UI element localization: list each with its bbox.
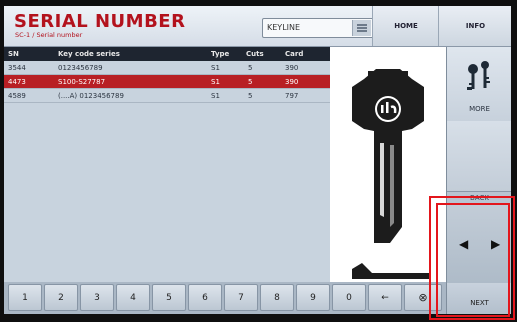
more-label: MORE (469, 105, 490, 113)
col-cuts: Cuts (246, 50, 264, 58)
serial-table: SN Key code series Type Cuts Card 3544 0… (4, 47, 330, 282)
home-label: HOME (394, 22, 418, 30)
more-button[interactable]: MORE (447, 47, 511, 122)
cell-series: (....A) 0123456789 (58, 92, 124, 100)
table-row[interactable]: 4589 (....A) 0123456789 S1 5 797 (4, 89, 330, 103)
col-series: Key code series (58, 50, 120, 58)
cell-card: 797 (285, 92, 299, 100)
key-0[interactable]: 0 (332, 284, 366, 311)
key-5[interactable]: 5 (152, 284, 186, 311)
info-label: INFO (465, 22, 486, 30)
key-blanks-icon (467, 61, 490, 90)
blank-side-button[interactable] (447, 121, 511, 192)
col-type: Type (211, 50, 230, 58)
cell-cuts: 5 (248, 78, 253, 86)
highlight-box-inner (436, 203, 510, 317)
cell-card: 390 (285, 64, 299, 72)
cell-sn: 4473 (8, 78, 26, 86)
key-7[interactable]: 7 (224, 284, 258, 311)
header: SERIAL NUMBER SC-1 / Serial number KEYLI… (4, 6, 511, 47)
table-header: SN Key code series Type Cuts Card (4, 47, 330, 61)
cell-series: S100-S27787 (58, 78, 106, 86)
table-row-selected[interactable]: 4473 S100-S27787 S1 5 390 (4, 75, 330, 89)
backspace-icon[interactable]: ← (368, 284, 402, 311)
cell-type: S1 (211, 64, 220, 72)
cell-type: S1 (211, 78, 220, 86)
home-button[interactable]: HOME (372, 6, 439, 46)
cell-cuts: 5 (248, 92, 253, 100)
cell-sn: 4589 (8, 92, 26, 100)
col-card: Card (285, 50, 304, 58)
col-sn: SN (8, 50, 19, 58)
numeric-keypad: 1 2 3 4 5 6 7 8 9 0 ← ⊗ (4, 282, 446, 314)
key-3[interactable]: 3 (80, 284, 114, 311)
info-button[interactable]: INFO (438, 6, 511, 46)
keyline-value: KEYLINE (267, 23, 301, 32)
cell-type: S1 (211, 92, 220, 100)
cell-cuts: 5 (248, 64, 253, 72)
page-title: SERIAL NUMBER (14, 11, 186, 32)
key-2[interactable]: 2 (44, 284, 78, 311)
keyline-field[interactable]: KEYLINE (262, 18, 374, 38)
key-9[interactable]: 9 (296, 284, 330, 311)
breadcrumb: SC-1 / Serial number (15, 31, 83, 39)
key-6[interactable]: 6 (188, 284, 222, 311)
key-8[interactable]: 8 (260, 284, 294, 311)
table-row[interactable]: 3544 0123456789 S1 5 390 (4, 61, 330, 75)
screen: SERIAL NUMBER SC-1 / Serial number KEYLI… (0, 0, 517, 322)
cell-sn: 3544 (8, 64, 26, 72)
key-4[interactable]: 4 (116, 284, 150, 311)
key-1[interactable]: 1 (8, 284, 42, 311)
cell-series: 0123456789 (58, 64, 103, 72)
list-menu-icon[interactable] (352, 20, 371, 36)
cell-card: 390 (285, 78, 299, 86)
